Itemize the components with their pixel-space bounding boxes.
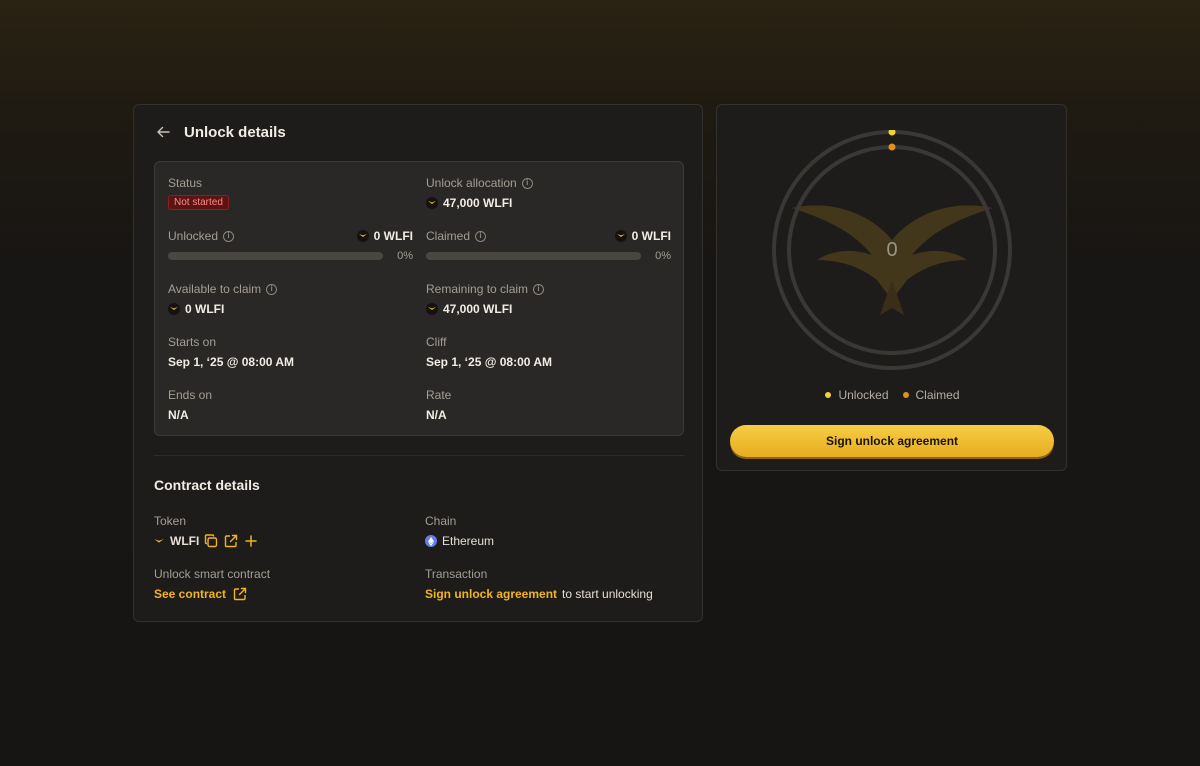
remaining-label-text: Remaining to claim xyxy=(426,282,529,296)
available-label-text: Available to claim xyxy=(168,282,262,296)
wlfi-eagle-icon xyxy=(154,538,164,545)
ring-legend: Unlocked Claimed xyxy=(717,388,1068,402)
unlocked-amount: 0 WLFI xyxy=(356,229,413,243)
ends-cell: Ends on N/A xyxy=(168,387,413,423)
rate-value: N/A xyxy=(426,408,447,422)
unlocked-percent: 0% xyxy=(397,250,413,262)
info-icon[interactable]: i xyxy=(266,283,278,295)
claimed-amount-text: 0 WLFI xyxy=(631,229,671,243)
token-symbol: WLFI xyxy=(170,534,200,548)
ends-label: Ends on xyxy=(168,388,213,402)
wlfi-eagle-icon xyxy=(426,303,438,315)
unlock-progress-ring: 0 xyxy=(772,128,1012,370)
info-icon[interactable]: i xyxy=(533,283,545,295)
rate-cell: Rate N/A xyxy=(426,387,671,423)
arrow-left-icon[interactable] xyxy=(154,123,172,141)
token-cell: Token WLFI xyxy=(154,513,404,549)
allocation-cell: Unlock allocation i 47,000 WLFI xyxy=(426,175,671,211)
plus-icon[interactable] xyxy=(243,533,259,549)
transaction-row: Sign unlock agreement to start unlocking xyxy=(425,586,675,602)
sign-unlock-agreement-button[interactable]: Sign unlock agreement xyxy=(730,425,1054,457)
page-title: Unlock details xyxy=(184,123,286,141)
starts-cell: Starts on Sep 1, ‘25 @ 08:00 AM xyxy=(168,334,413,370)
remaining-value: 47,000 WLFI xyxy=(426,301,671,317)
rate-label: Rate xyxy=(426,388,452,402)
allocation-label-text: Unlock allocation xyxy=(426,176,517,190)
starts-label: Starts on xyxy=(168,335,217,349)
status-cell: Status Not started xyxy=(168,175,413,210)
chain-cell: Chain Ethereum xyxy=(425,513,675,549)
allocation-amount: 47,000 WLFI xyxy=(443,196,513,210)
token-label: Token xyxy=(154,514,187,528)
sign-agreement-link[interactable]: Sign unlock agreement xyxy=(425,587,557,601)
chain-name: Ethereum xyxy=(442,534,495,548)
info-icon[interactable]: i xyxy=(223,230,235,242)
legend-unlocked: Unlocked xyxy=(825,388,889,402)
unlocked-label: Unlocked i xyxy=(168,228,235,244)
cliff-value: Sep 1, ‘25 @ 08:00 AM xyxy=(426,355,552,369)
info-icon[interactable]: i xyxy=(521,177,533,189)
claimed-cell: Claimed i 0 WLFI 0% xyxy=(426,228,671,262)
unlocked-amount-text: 0 WLFI xyxy=(373,229,413,243)
claimed-amount: 0 WLFI xyxy=(614,229,671,243)
ends-value: N/A xyxy=(168,408,189,422)
info-icon[interactable]: i xyxy=(475,230,487,242)
unlock-info-box: Status Not started Unlock allocation i 4… xyxy=(154,161,684,436)
remaining-amount: 47,000 WLFI xyxy=(443,302,513,316)
unlock-summary-panel: 0 Unlocked Claimed Sign unlock agreement xyxy=(716,104,1067,471)
remaining-label: Remaining to claim i xyxy=(426,281,671,297)
see-contract-row: See contract xyxy=(154,586,404,602)
transaction-label: Transaction xyxy=(425,567,488,581)
copy-icon[interactable] xyxy=(203,533,219,549)
wlfi-eagle-icon xyxy=(168,303,180,315)
transaction-cell: Transaction Sign unlock agreement to sta… xyxy=(425,566,675,602)
unlocked-cell: Unlocked i 0 WLFI 0% xyxy=(168,228,413,262)
legend-unlocked-label: Unlocked xyxy=(838,388,889,402)
chain-label: Chain xyxy=(425,514,457,528)
available-label: Available to claim i xyxy=(168,281,413,297)
available-amount: 0 WLFI xyxy=(185,302,225,316)
status-badge: Not started xyxy=(168,195,229,210)
claimed-progress-bar xyxy=(426,252,641,260)
claimed-percent: 0% xyxy=(655,250,671,262)
smart-contract-cell: Unlock smart contract See contract xyxy=(154,566,404,602)
available-value: 0 WLFI xyxy=(168,301,413,317)
available-cell: Available to claim i 0 WLFI xyxy=(168,281,413,317)
starts-value: Sep 1, ‘25 @ 08:00 AM xyxy=(168,355,294,369)
claimed-label: Claimed i xyxy=(426,228,487,244)
unlocked-dot-icon xyxy=(825,392,832,398)
cliff-label: Cliff xyxy=(426,335,447,349)
smart-contract-label: Unlock smart contract xyxy=(154,567,271,581)
token-value: WLFI xyxy=(154,533,404,549)
transaction-suffix: to start unlocking xyxy=(562,587,653,601)
chain-value: Ethereum xyxy=(425,533,675,549)
external-link-icon[interactable] xyxy=(223,533,239,549)
section-divider xyxy=(154,455,684,456)
allocation-label: Unlock allocation i xyxy=(426,175,671,191)
allocation-value: 47,000 WLFI xyxy=(426,195,671,211)
wlfi-eagle-icon xyxy=(356,230,369,242)
ethereum-icon xyxy=(425,535,437,547)
contract-details-title: Contract details xyxy=(154,477,260,493)
ring-center-value: 0 xyxy=(886,238,898,261)
legend-claimed: Claimed xyxy=(902,388,960,402)
unlocked-progress-bar xyxy=(168,252,383,260)
see-contract-link[interactable]: See contract xyxy=(154,587,226,601)
unlocked-label-text: Unlocked xyxy=(168,229,219,243)
panel-header: Unlock details xyxy=(154,123,286,141)
cliff-cell: Cliff Sep 1, ‘25 @ 08:00 AM xyxy=(426,334,671,370)
wlfi-eagle-icon xyxy=(614,230,627,242)
remaining-cell: Remaining to claim i 47,000 WLFI xyxy=(426,281,671,317)
status-label: Status xyxy=(168,176,203,190)
wlfi-eagle-icon xyxy=(426,197,438,209)
claimed-dot-icon xyxy=(902,392,909,398)
unlock-details-panel: Unlock details Status Not started Unlock… xyxy=(133,104,703,622)
legend-claimed-label: Claimed xyxy=(915,388,960,402)
external-link-icon[interactable] xyxy=(232,586,248,602)
claimed-label-text: Claimed xyxy=(426,229,471,243)
